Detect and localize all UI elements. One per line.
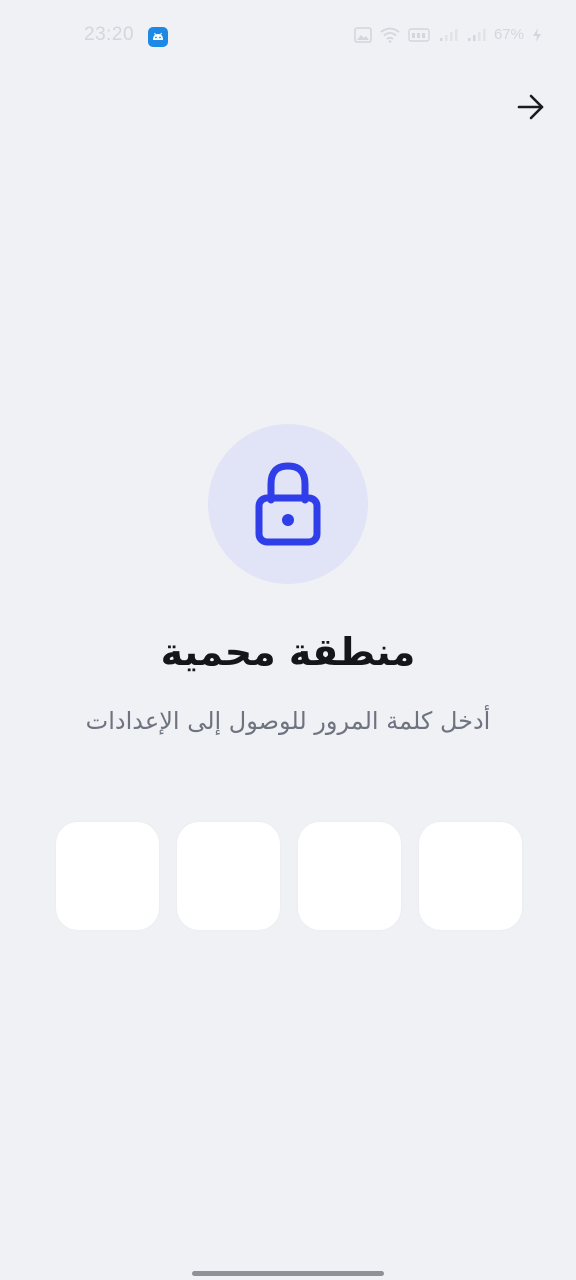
pin-digit-box[interactable] xyxy=(298,822,401,930)
android-app-icon xyxy=(148,27,168,47)
page-subtitle: أدخل كلمة المرور للوصول إلى الإعدادات xyxy=(85,707,491,735)
status-icons: 67% xyxy=(354,26,542,43)
signal-icon-2 xyxy=(466,27,486,43)
back-button[interactable] xyxy=(512,88,550,126)
signal-icon-1 xyxy=(438,27,458,43)
pin-digit-box[interactable] xyxy=(56,822,159,930)
lock-badge xyxy=(208,424,368,584)
charging-icon xyxy=(532,27,542,43)
status-bar: 23:20 67% xyxy=(0,0,576,76)
image-notification-icon xyxy=(354,26,372,43)
pin-digit-box[interactable] xyxy=(177,822,280,930)
pin-digit-box[interactable] xyxy=(419,822,522,930)
arrow-right-icon xyxy=(517,94,544,120)
pin-input-group xyxy=(56,822,522,930)
page-title: منطقة محمية xyxy=(160,630,416,674)
battery-level: 67% xyxy=(493,26,524,43)
volte-icon xyxy=(408,27,430,43)
home-indicator[interactable] xyxy=(192,1271,384,1276)
status-time: 23:20 xyxy=(84,24,135,45)
lock-icon xyxy=(255,462,321,546)
wifi-icon xyxy=(380,27,400,43)
